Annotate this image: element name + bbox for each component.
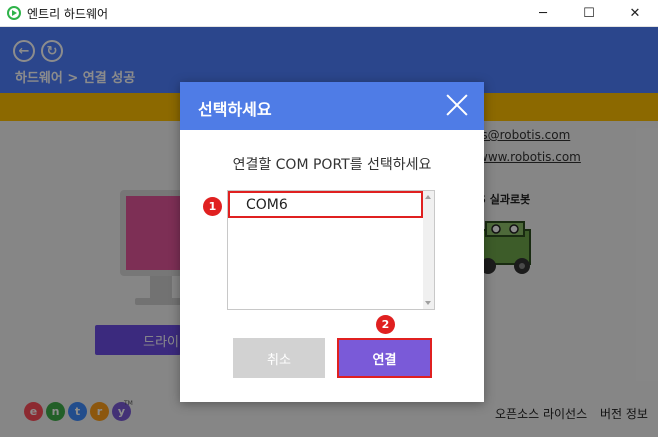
step-badge-2: 2: [376, 315, 395, 334]
list-scrollbar[interactable]: [423, 191, 434, 309]
dialog-prompt: 연결할 COM PORT를 선택하세요: [232, 157, 432, 173]
entry-app-icon: [7, 6, 21, 20]
window-title: 엔트리 하드웨어: [27, 6, 109, 21]
connect-button[interactable]: 연결: [337, 338, 432, 378]
scroll-up-arrow-icon[interactable]: [425, 195, 431, 199]
dialog-header: 선택하세요: [180, 82, 484, 130]
cancel-button[interactable]: 취소: [233, 338, 325, 378]
list-item-com-port[interactable]: COM6: [228, 191, 423, 218]
dialog-title: 선택하세요: [198, 100, 272, 119]
window-controls: ─ ☐ ✕: [520, 0, 658, 27]
close-icon[interactable]: [446, 94, 468, 116]
scroll-down-arrow-icon[interactable]: [425, 301, 431, 305]
step-badge-1: 1: [203, 197, 222, 216]
window-titlebar: 엔트리 하드웨어 ─ ☐ ✕: [0, 0, 658, 27]
close-window-button[interactable]: ✕: [612, 0, 658, 27]
com-port-list[interactable]: COM6: [227, 190, 435, 310]
maximize-button[interactable]: ☐: [566, 0, 612, 27]
com-port-dialog: 선택하세요 연결할 COM PORT를 선택하세요 1 COM6 2 취소 연결: [180, 82, 484, 402]
minimize-button[interactable]: ─: [520, 0, 566, 27]
